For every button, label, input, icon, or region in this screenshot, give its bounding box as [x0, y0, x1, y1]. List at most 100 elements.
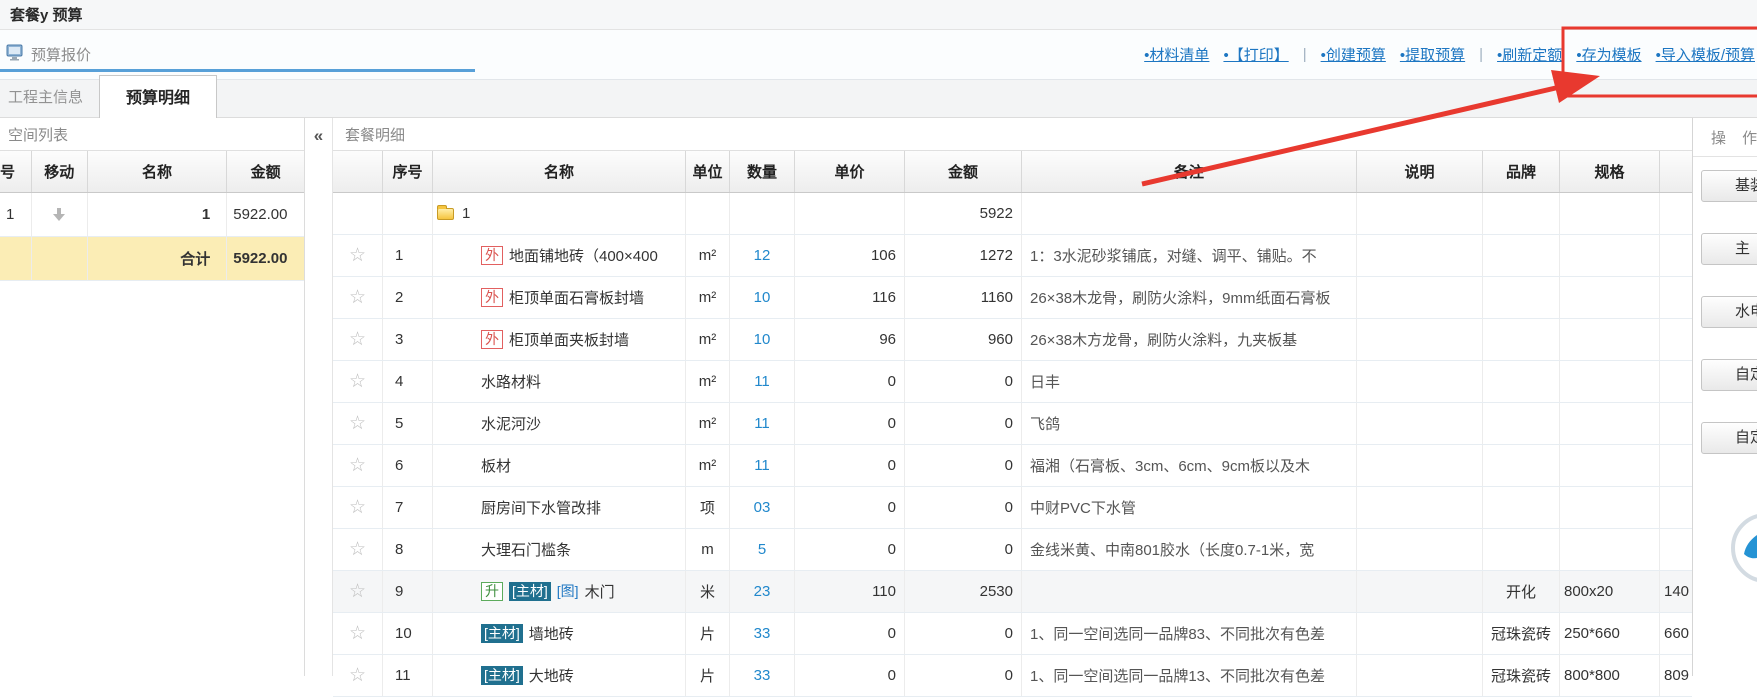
- cell-brand: 冠珠瓷砖: [1483, 613, 1560, 654]
- group-row[interactable]: 15922: [333, 193, 1692, 235]
- tab-project-main-info[interactable]: 工程主信息: [0, 86, 99, 117]
- star-icon[interactable]: ☆: [349, 624, 366, 643]
- tag-主材: [主材]: [509, 582, 551, 601]
- operation-button[interactable]: 水电: [1701, 296, 1757, 328]
- cell-desc: [1357, 319, 1483, 360]
- column-header: 单价: [795, 151, 905, 192]
- cell-desc: [1357, 403, 1483, 444]
- toolbar-link[interactable]: •存为模板: [1576, 44, 1641, 65]
- cell-remark: 1、同一空间选同一品牌83、不同批次有色差: [1022, 613, 1357, 654]
- cell-brand: [1483, 403, 1560, 444]
- table-row[interactable]: ☆3外柜顶单面夹板封墙m²109696026×38木方龙骨，刷防火涂料，九夹板基: [333, 319, 1692, 361]
- table-row[interactable]: ☆11[主材]大地砖片33001、同一空间选同一品牌13、不同批次有色差冠珠瓷砖…: [333, 655, 1692, 697]
- item-name: 大理石门槛条: [481, 539, 571, 560]
- report-screen-icon: [6, 44, 24, 65]
- cell-price: 0: [795, 403, 905, 444]
- cell-price: 116: [795, 277, 905, 318]
- cell-desc: [1357, 529, 1483, 570]
- table-row[interactable]: ☆10[主材]墙地砖片33001、同一空间选同一品牌83、不同批次有色差冠珠瓷砖…: [333, 613, 1692, 655]
- cell-spec: 250*660: [1560, 613, 1660, 654]
- cell-spec: [1560, 529, 1660, 570]
- cell-unit: 米: [686, 571, 730, 612]
- cell-seq: 6: [383, 445, 433, 486]
- active-section-underline: [0, 69, 475, 72]
- operation-button[interactable]: 自定: [1701, 359, 1757, 391]
- column-header: 说明: [1357, 151, 1483, 192]
- cell-remark: [1022, 571, 1357, 612]
- cell-qty[interactable]: 10: [730, 277, 795, 318]
- cell-qty[interactable]: 23: [730, 571, 795, 612]
- package-detail-title: 套餐明细: [345, 124, 405, 145]
- cell-qty[interactable]: 10: [730, 319, 795, 360]
- cell-spec: [1560, 403, 1660, 444]
- star-icon[interactable]: ☆: [349, 414, 366, 433]
- cell-seq: 9: [383, 571, 433, 612]
- column-header: 品牌: [1483, 151, 1560, 192]
- toolbar-separator: |: [1479, 46, 1483, 63]
- tab-budget-detail[interactable]: 预算明细: [99, 75, 217, 118]
- table-row[interactable]: ☆4水路材料m²1100日丰: [333, 361, 1692, 403]
- toolbar-link[interactable]: •【打印】: [1223, 44, 1288, 65]
- cell-spec: 800x20: [1560, 571, 1660, 612]
- table-row[interactable]: ☆8大理石门槛条m500金线米黄、中南801胶水（长度0.7-1米，宽: [333, 529, 1692, 571]
- toolbar-links: •材料清单•【打印】|•创建预算•提取预算|•刷新定额•存为模板•导入模板/预算: [1144, 30, 1755, 79]
- toolbar-link[interactable]: •材料清单: [1144, 44, 1209, 65]
- table-row[interactable]: ☆2外柜顶单面石膏板封墙m²10116116026×38木龙骨，刷防火涂料，9m…: [333, 277, 1692, 319]
- cell-seq: 1: [383, 235, 433, 276]
- cell-desc: [1357, 235, 1483, 276]
- operation-button[interactable]: 自定: [1701, 422, 1757, 454]
- cell-qty[interactable]: 12: [730, 235, 795, 276]
- star-icon[interactable]: ☆: [349, 372, 366, 391]
- cell-qty[interactable]: 11: [730, 403, 795, 444]
- toolbar-link[interactable]: •导入模板/预算: [1656, 44, 1755, 65]
- collapse-panel-button[interactable]: «: [305, 126, 332, 146]
- cell-extra: [1660, 445, 1692, 486]
- cell-qty[interactable]: 11: [730, 445, 795, 486]
- cell-extra: 140: [1660, 571, 1692, 612]
- cell-price: [795, 193, 905, 234]
- cell-price: 0: [795, 613, 905, 654]
- star-icon[interactable]: ☆: [349, 498, 366, 517]
- cell-qty[interactable]: 33: [730, 613, 795, 654]
- item-name: 水路材料: [481, 371, 541, 392]
- cell-qty[interactable]: 03: [730, 487, 795, 528]
- cell-star: [333, 193, 383, 234]
- column-header: 规格: [1560, 151, 1660, 192]
- star-icon[interactable]: ☆: [349, 456, 366, 475]
- cell-desc: [1357, 361, 1483, 402]
- col-name: 名称: [88, 151, 228, 192]
- star-icon[interactable]: ☆: [349, 540, 366, 559]
- star-icon[interactable]: ☆: [349, 582, 366, 601]
- star-icon[interactable]: ☆: [349, 246, 366, 265]
- table-row[interactable]: ☆5水泥河沙m²1100飞鸽: [333, 403, 1692, 445]
- cell-spec: [1560, 319, 1660, 360]
- table-row[interactable]: ☆1外地面铺地砖（400×400m²1210612721：3水泥砂浆铺底，对缝、…: [333, 235, 1692, 277]
- cell-extra: [1660, 529, 1692, 570]
- table-row[interactable]: ☆7厨房间下水管改排项0300中财PVC下水管: [333, 487, 1692, 529]
- cell-qty[interactable]: 11: [730, 361, 795, 402]
- cell-qty[interactable]: 5: [730, 529, 795, 570]
- cell-desc: [1357, 445, 1483, 486]
- cell-seq: 4: [383, 361, 433, 402]
- table-row[interactable]: ☆6板材m²1100福湘（石膏板、3cm、6cm、9cm板以及木: [333, 445, 1692, 487]
- toolbar-link[interactable]: •创建预算: [1321, 44, 1386, 65]
- star-icon[interactable]: ☆: [349, 288, 366, 307]
- total-label: 合计: [88, 237, 228, 280]
- cell-remark: 26×38木龙骨，刷防火涂料，9mm纸面石膏板: [1022, 277, 1357, 318]
- operation-button[interactable]: 主: [1701, 233, 1757, 265]
- star-icon[interactable]: ☆: [349, 330, 366, 349]
- cell-desc: [1357, 193, 1483, 234]
- operation-button[interactable]: 基装: [1701, 170, 1757, 202]
- folder-icon[interactable]: [437, 208, 454, 220]
- toolbar-link[interactable]: •提取预算: [1400, 44, 1465, 65]
- cell-desc: [1357, 613, 1483, 654]
- move-down-icon[interactable]: [53, 208, 65, 221]
- cell-amount: 0: [905, 403, 1022, 444]
- toolbar: 预算报价 •材料清单•【打印】|•创建预算•提取预算|•刷新定额•存为模板•导入…: [0, 30, 1757, 80]
- total-row: 合计 5922.00: [0, 237, 304, 281]
- operations-title: 操 作: [1693, 118, 1757, 157]
- space-row[interactable]: 1 1 5922.00: [0, 193, 304, 237]
- table-row[interactable]: ☆9升[主材][图]木门米231102530开化800x20140: [333, 571, 1692, 613]
- bird-logo-watermark: [1728, 510, 1757, 586]
- toolbar-link[interactable]: •刷新定额: [1497, 44, 1562, 65]
